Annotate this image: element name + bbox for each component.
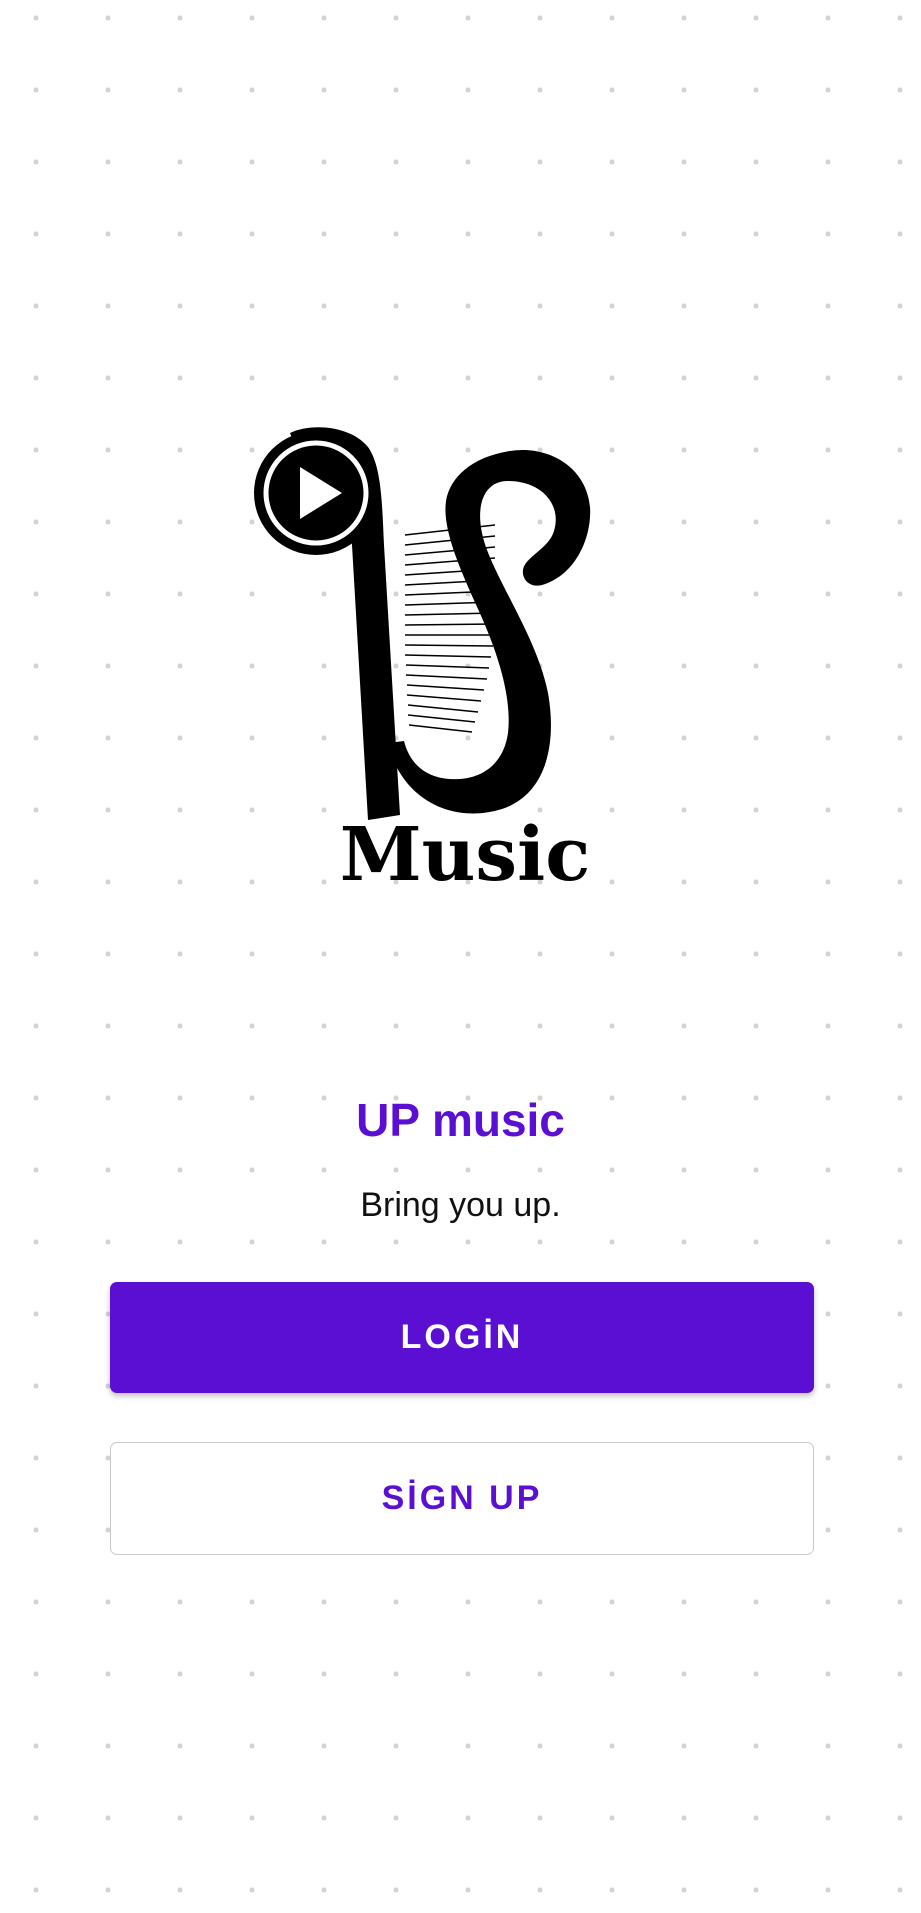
welcome-screen: Music UP music Bring you up. LOGİN SİGN … xyxy=(0,0,921,1913)
signup-button[interactable]: SİGN UP xyxy=(110,1442,814,1555)
login-button[interactable]: LOGİN xyxy=(110,1282,814,1393)
login-button-label: LOGİN xyxy=(400,1318,524,1356)
logo-wordmark: Music xyxy=(340,812,591,895)
app-title: UP music xyxy=(356,1094,565,1146)
harp-logo-icon: Music xyxy=(254,427,591,895)
app-tagline: Bring you up. xyxy=(360,1186,561,1224)
signup-button-label: SİGN UP xyxy=(381,1479,543,1517)
app-logo: Music xyxy=(250,425,680,895)
